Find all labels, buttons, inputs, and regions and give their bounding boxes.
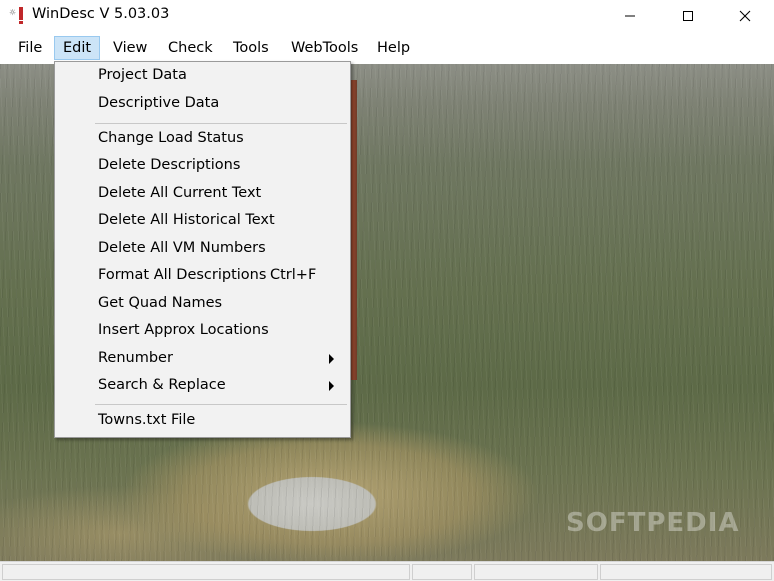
menu-separator [95, 123, 347, 124]
menu-item-label: Get Quad Names [98, 295, 223, 311]
window-title: WinDesc V 5.03.03 [32, 6, 170, 22]
menu-check[interactable]: Check [160, 36, 221, 60]
menu-view[interactable]: View [105, 36, 155, 60]
menu-item-shortcut: Ctrl+F [270, 267, 317, 283]
menu-item-descriptive-data[interactable]: Descriptive Data [55, 91, 350, 117]
close-button[interactable] [716, 0, 774, 32]
minimize-button[interactable] [601, 0, 659, 32]
maximize-icon [683, 11, 693, 21]
menu-item-label: Delete All Current Text [98, 185, 262, 201]
menu-item-label: Delete All VM Numbers [98, 240, 266, 256]
menu-edit[interactable]: Edit [54, 36, 101, 60]
close-icon [739, 10, 751, 22]
menu-help[interactable]: Help [369, 36, 418, 60]
menu-bar: File Edit View Check Tools WebTools Help [0, 32, 774, 64]
menu-tools[interactable]: Tools [225, 36, 277, 60]
minimize-icon [625, 15, 635, 17]
status-panel [412, 564, 472, 580]
app-icon: ☼ [9, 6, 27, 26]
edit-dropdown-menu: Project Data Descriptive Data Change Loa… [54, 61, 351, 438]
menu-item-towns-file[interactable]: Towns.txt File [55, 408, 350, 434]
menu-file[interactable]: File [10, 36, 50, 60]
menu-item-label: Renumber [98, 350, 173, 366]
watermark: SOFTPEDIA [566, 508, 740, 538]
menu-item-label: Towns.txt File [98, 412, 196, 428]
menu-item-delete-all-current-text[interactable]: Delete All Current Text [55, 181, 350, 207]
status-panel [474, 564, 598, 580]
menu-item-insert-approx-locations[interactable]: Insert Approx Locations [55, 318, 350, 344]
menu-item-label: Change Load Status [98, 130, 244, 146]
status-bar [0, 561, 774, 581]
menu-item-format-all-descriptions[interactable]: Format All Descriptions Ctrl+F [55, 263, 350, 289]
menu-item-label: Project Data [98, 67, 187, 83]
menu-item-label: Format All Descriptions [98, 267, 267, 283]
menu-item-get-quad-names[interactable]: Get Quad Names [55, 291, 350, 317]
maximize-button[interactable] [659, 0, 717, 32]
menu-item-label: Insert Approx Locations [98, 322, 269, 338]
menu-item-delete-all-vm-numbers[interactable]: Delete All VM Numbers [55, 236, 350, 262]
menu-webtools[interactable]: WebTools [283, 36, 366, 60]
menu-item-delete-all-historical-text[interactable]: Delete All Historical Text [55, 208, 350, 234]
status-panel [2, 564, 410, 580]
svg-text:☼: ☼ [9, 8, 16, 17]
submenu-arrow-icon [329, 354, 334, 364]
menu-item-project-data[interactable]: Project Data [55, 63, 350, 89]
menu-item-delete-descriptions[interactable]: Delete Descriptions [55, 153, 350, 179]
menu-item-renumber[interactable]: Renumber [55, 346, 350, 372]
menu-item-search-replace[interactable]: Search & Replace [55, 373, 350, 399]
menu-item-label: Delete Descriptions [98, 157, 241, 173]
menu-separator [95, 404, 347, 405]
menu-item-change-load-status[interactable]: Change Load Status [55, 126, 350, 152]
status-panel [600, 564, 772, 580]
menu-item-label: Descriptive Data [98, 95, 220, 111]
menu-item-label: Delete All Historical Text [98, 212, 275, 228]
menu-item-label: Search & Replace [98, 377, 226, 393]
title-bar: ☼ WinDesc V 5.03.03 [0, 0, 774, 32]
submenu-arrow-icon [329, 381, 334, 391]
